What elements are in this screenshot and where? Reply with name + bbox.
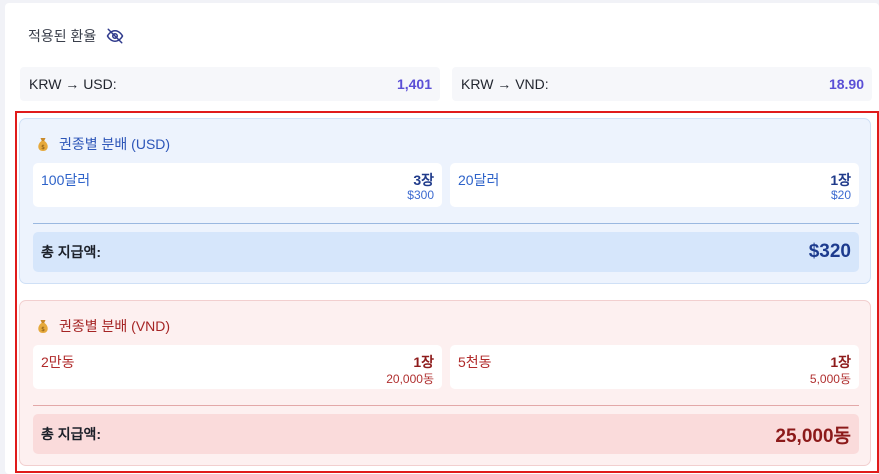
svg-text:$: $	[41, 144, 45, 151]
money-bag-icon: $	[36, 319, 50, 334]
bill-amount: 5,000동	[809, 372, 851, 386]
usd-section-title: $ 권종별 분배 (USD)	[36, 134, 170, 154]
vnd-total-bar: 총 지급액: 25,000동	[33, 414, 859, 454]
bill-name: 20달러	[458, 172, 500, 188]
bill-name: 5천동	[458, 354, 492, 370]
bill-count: 1장	[830, 354, 851, 370]
bill-amount: $20	[830, 188, 851, 202]
vnd-bill-card: 2만동 1장 20,000동	[33, 345, 442, 389]
rate-card-krw-vnd: KRW → VND: 18.90	[452, 67, 872, 101]
usd-bill-card: 100달러 3장 $300	[33, 163, 442, 207]
divider	[33, 405, 859, 406]
svg-text:$: $	[41, 326, 45, 333]
usd-bill-card: 20달러 1장 $20	[450, 163, 859, 207]
bill-name: 2만동	[41, 354, 75, 370]
vnd-breakdown-section: $ 권종별 분배 (VND) 2만동 1장 20,000동 5천동 1장 5,0…	[19, 300, 871, 466]
bill-amount: $300	[407, 188, 434, 202]
total-value: 25,000동	[775, 425, 851, 447]
vnd-title-text: 권종별 분배 (VND)	[59, 318, 171, 334]
applied-rates-header: 적용된 환율	[28, 26, 124, 46]
money-bag-icon: $	[36, 137, 50, 152]
rate-card-krw-usd: KRW → USD: 1,401	[20, 67, 440, 101]
total-label: 총 지급액:	[41, 244, 102, 260]
rate-pair-label: KRW → VND:	[461, 76, 549, 92]
applied-rates-label: 적용된 환율	[28, 28, 97, 44]
usd-total-bar: 총 지급액: $320	[33, 232, 859, 272]
total-label: 총 지급액:	[41, 426, 102, 442]
vnd-bill-card: 5천동 1장 5,000동	[450, 345, 859, 389]
divider	[33, 223, 859, 224]
bill-count: 1장	[413, 354, 434, 370]
eye-off-icon[interactable]	[106, 27, 124, 45]
usd-breakdown-section: $ 권종별 분배 (USD) 100달러 3장 $300 20달러 1장 $20…	[19, 118, 871, 284]
bill-count: 1장	[830, 172, 851, 188]
rate-pair-label: KRW → USD:	[29, 76, 117, 92]
usd-title-text: 권종별 분배 (USD)	[59, 136, 171, 152]
rate-value: 18.90	[828, 76, 864, 92]
bill-name: 100달러	[41, 172, 91, 188]
vnd-section-title: $ 권종별 분배 (VND)	[36, 316, 170, 336]
bill-count: 3장	[413, 172, 434, 188]
rate-value: 1,401	[396, 76, 432, 92]
bill-amount: 20,000동	[386, 372, 434, 386]
total-value: $320	[808, 241, 851, 262]
